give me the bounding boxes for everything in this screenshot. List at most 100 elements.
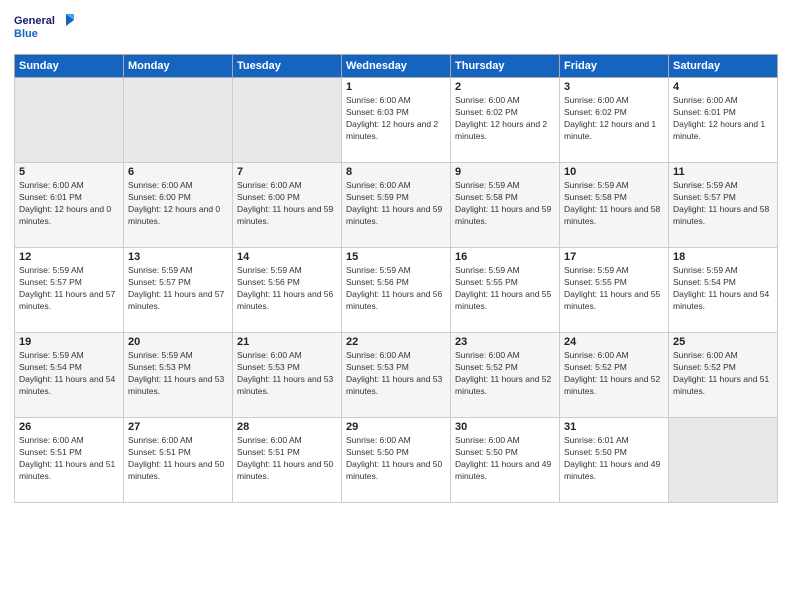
- day-info: Sunrise: 6:00 AMSunset: 6:02 PMDaylight:…: [455, 95, 555, 143]
- day-info: Sunrise: 5:59 AMSunset: 5:55 PMDaylight:…: [455, 265, 555, 313]
- day-number: 15: [346, 251, 446, 263]
- day-info: Sunrise: 6:00 AMSunset: 5:50 PMDaylight:…: [346, 435, 446, 483]
- day-number: 6: [128, 166, 228, 178]
- day-number: 4: [673, 81, 773, 93]
- day-info: Sunrise: 6:00 AMSunset: 6:01 PMDaylight:…: [19, 180, 119, 228]
- calendar-cell: 26 Sunrise: 6:00 AMSunset: 5:51 PMDayligh…: [15, 418, 124, 503]
- day-info: Sunrise: 6:00 AMSunset: 5:51 PMDaylight:…: [237, 435, 337, 483]
- calendar-cell: 12 Sunrise: 5:59 AMSunset: 5:57 PMDayligh…: [15, 248, 124, 333]
- calendar-cell: [233, 78, 342, 163]
- day-number: 17: [564, 251, 664, 263]
- calendar-cell: 5 Sunrise: 6:00 AMSunset: 6:01 PMDaylight…: [15, 163, 124, 248]
- weekday-header-tuesday: Tuesday: [233, 55, 342, 78]
- calendar-cell: 15 Sunrise: 5:59 AMSunset: 5:56 PMDayligh…: [342, 248, 451, 333]
- day-number: 18: [673, 251, 773, 263]
- calendar-cell: [124, 78, 233, 163]
- day-number: 2: [455, 81, 555, 93]
- day-info: Sunrise: 6:00 AMSunset: 5:51 PMDaylight:…: [19, 435, 119, 483]
- calendar-cell: 28 Sunrise: 6:00 AMSunset: 5:51 PMDayligh…: [233, 418, 342, 503]
- calendar-cell: [669, 418, 778, 503]
- week-row-1: 1 Sunrise: 6:00 AMSunset: 6:03 PMDaylight…: [15, 78, 778, 163]
- calendar-cell: 2 Sunrise: 6:00 AMSunset: 6:02 PMDaylight…: [451, 78, 560, 163]
- day-number: 28: [237, 421, 337, 433]
- calendar-cell: 18 Sunrise: 5:59 AMSunset: 5:54 PMDayligh…: [669, 248, 778, 333]
- day-number: 3: [564, 81, 664, 93]
- day-info: Sunrise: 6:00 AMSunset: 5:59 PMDaylight:…: [346, 180, 446, 228]
- day-info: Sunrise: 5:59 AMSunset: 5:54 PMDaylight:…: [673, 265, 773, 313]
- day-number: 14: [237, 251, 337, 263]
- day-number: 30: [455, 421, 555, 433]
- day-info: Sunrise: 6:00 AMSunset: 6:03 PMDaylight:…: [346, 95, 446, 143]
- day-number: 16: [455, 251, 555, 263]
- calendar-cell: 10Sunrise: 5:59 AMSunset: 5:58 PMDayligh…: [560, 163, 669, 248]
- day-number: 24: [564, 336, 664, 348]
- day-number: 10: [564, 166, 664, 178]
- day-number: 23: [455, 336, 555, 348]
- day-number: 26: [19, 421, 119, 433]
- calendar-cell: 8 Sunrise: 6:00 AMSunset: 5:59 PMDaylight…: [342, 163, 451, 248]
- day-info: Sunrise: 6:00 AMSunset: 5:50 PMDaylight:…: [455, 435, 555, 483]
- week-row-2: 5 Sunrise: 6:00 AMSunset: 6:01 PMDaylight…: [15, 163, 778, 248]
- day-info: Sunrise: 6:00 AMSunset: 5:51 PMDaylight:…: [128, 435, 228, 483]
- calendar-cell: [15, 78, 124, 163]
- day-info: Sunrise: 6:00 AMSunset: 6:02 PMDaylight:…: [564, 95, 664, 143]
- calendar-cell: 11 Sunrise: 5:59 AMSunset: 5:57 PMDayligh…: [669, 163, 778, 248]
- calendar-cell: 1 Sunrise: 6:00 AMSunset: 6:03 PMDaylight…: [342, 78, 451, 163]
- calendar-cell: 22 Sunrise: 6:00 AMSunset: 5:53 PMDayligh…: [342, 333, 451, 418]
- day-info: Sunrise: 6:00 AMSunset: 6:00 PMDaylight:…: [237, 180, 337, 228]
- calendar-cell: 9Sunrise: 5:59 AMSunset: 5:58 PMDaylight…: [451, 163, 560, 248]
- day-number: 12: [19, 251, 119, 263]
- day-info: Sunrise: 6:00 AMSunset: 5:52 PMDaylight:…: [455, 350, 555, 398]
- day-info: Sunrise: 5:59 AMSunset: 5:57 PMDaylight:…: [673, 180, 773, 228]
- logo: General Blue: [14, 10, 74, 46]
- calendar-table: SundayMondayTuesdayWednesdayThursdayFrid…: [14, 54, 778, 503]
- week-row-5: 26 Sunrise: 6:00 AMSunset: 5:51 PMDayligh…: [15, 418, 778, 503]
- day-number: 9: [455, 166, 555, 178]
- day-info: Sunrise: 5:59 AMSunset: 5:57 PMDaylight:…: [128, 265, 228, 313]
- calendar-cell: 20Sunrise: 5:59 AMSunset: 5:53 PMDayligh…: [124, 333, 233, 418]
- calendar-cell: 13Sunrise: 5:59 AMSunset: 5:57 PMDayligh…: [124, 248, 233, 333]
- day-info: Sunrise: 5:59 AMSunset: 5:56 PMDaylight:…: [346, 265, 446, 313]
- day-number: 1: [346, 81, 446, 93]
- day-number: 21: [237, 336, 337, 348]
- day-info: Sunrise: 6:00 AMSunset: 5:53 PMDaylight:…: [237, 350, 337, 398]
- weekday-header-friday: Friday: [560, 55, 669, 78]
- calendar-cell: 16 Sunrise: 5:59 AMSunset: 5:55 PMDayligh…: [451, 248, 560, 333]
- weekday-header-wednesday: Wednesday: [342, 55, 451, 78]
- calendar-cell: 31 Sunrise: 6:01 AMSunset: 5:50 PMDayligh…: [560, 418, 669, 503]
- week-row-4: 19Sunrise: 5:59 AMSunset: 5:54 PMDayligh…: [15, 333, 778, 418]
- day-number: 7: [237, 166, 337, 178]
- day-number: 11: [673, 166, 773, 178]
- calendar-cell: 30 Sunrise: 6:00 AMSunset: 5:50 PMDayligh…: [451, 418, 560, 503]
- calendar-cell: 3 Sunrise: 6:00 AMSunset: 6:02 PMDaylight…: [560, 78, 669, 163]
- day-info: Sunrise: 5:59 AMSunset: 5:57 PMDaylight:…: [19, 265, 119, 313]
- calendar-cell: 7 Sunrise: 6:00 AMSunset: 6:00 PMDaylight…: [233, 163, 342, 248]
- day-number: 19: [19, 336, 119, 348]
- calendar-cell: 24 Sunrise: 6:00 AMSunset: 5:52 PMDayligh…: [560, 333, 669, 418]
- day-info: Sunrise: 6:00 AMSunset: 6:00 PMDaylight:…: [128, 180, 228, 228]
- weekday-header-sunday: Sunday: [15, 55, 124, 78]
- weekday-header-row: SundayMondayTuesdayWednesdayThursdayFrid…: [15, 55, 778, 78]
- day-info: Sunrise: 6:00 AMSunset: 5:53 PMDaylight:…: [346, 350, 446, 398]
- day-number: 5: [19, 166, 119, 178]
- day-number: 31: [564, 421, 664, 433]
- day-number: 29: [346, 421, 446, 433]
- calendar-cell: 14 Sunrise: 5:59 AMSunset: 5:56 PMDayligh…: [233, 248, 342, 333]
- svg-text:General: General: [14, 15, 55, 27]
- day-info: Sunrise: 5:59 AMSunset: 5:55 PMDaylight:…: [564, 265, 664, 313]
- day-info: Sunrise: 6:01 AMSunset: 5:50 PMDaylight:…: [564, 435, 664, 483]
- weekday-header-monday: Monday: [124, 55, 233, 78]
- day-number: 27: [128, 421, 228, 433]
- day-info: Sunrise: 6:00 AMSunset: 5:52 PMDaylight:…: [673, 350, 773, 398]
- page-header: General Blue: [14, 10, 778, 46]
- weekday-header-thursday: Thursday: [451, 55, 560, 78]
- calendar-cell: 25Sunrise: 6:00 AMSunset: 5:52 PMDayligh…: [669, 333, 778, 418]
- day-number: 8: [346, 166, 446, 178]
- day-number: 22: [346, 336, 446, 348]
- day-info: Sunrise: 6:00 AMSunset: 6:01 PMDaylight:…: [673, 95, 773, 143]
- day-info: Sunrise: 5:59 AMSunset: 5:56 PMDaylight:…: [237, 265, 337, 313]
- day-number: 20: [128, 336, 228, 348]
- svg-text:Blue: Blue: [14, 28, 38, 40]
- day-info: Sunrise: 6:00 AMSunset: 5:52 PMDaylight:…: [564, 350, 664, 398]
- calendar-cell: 21 Sunrise: 6:00 AMSunset: 5:53 PMDayligh…: [233, 333, 342, 418]
